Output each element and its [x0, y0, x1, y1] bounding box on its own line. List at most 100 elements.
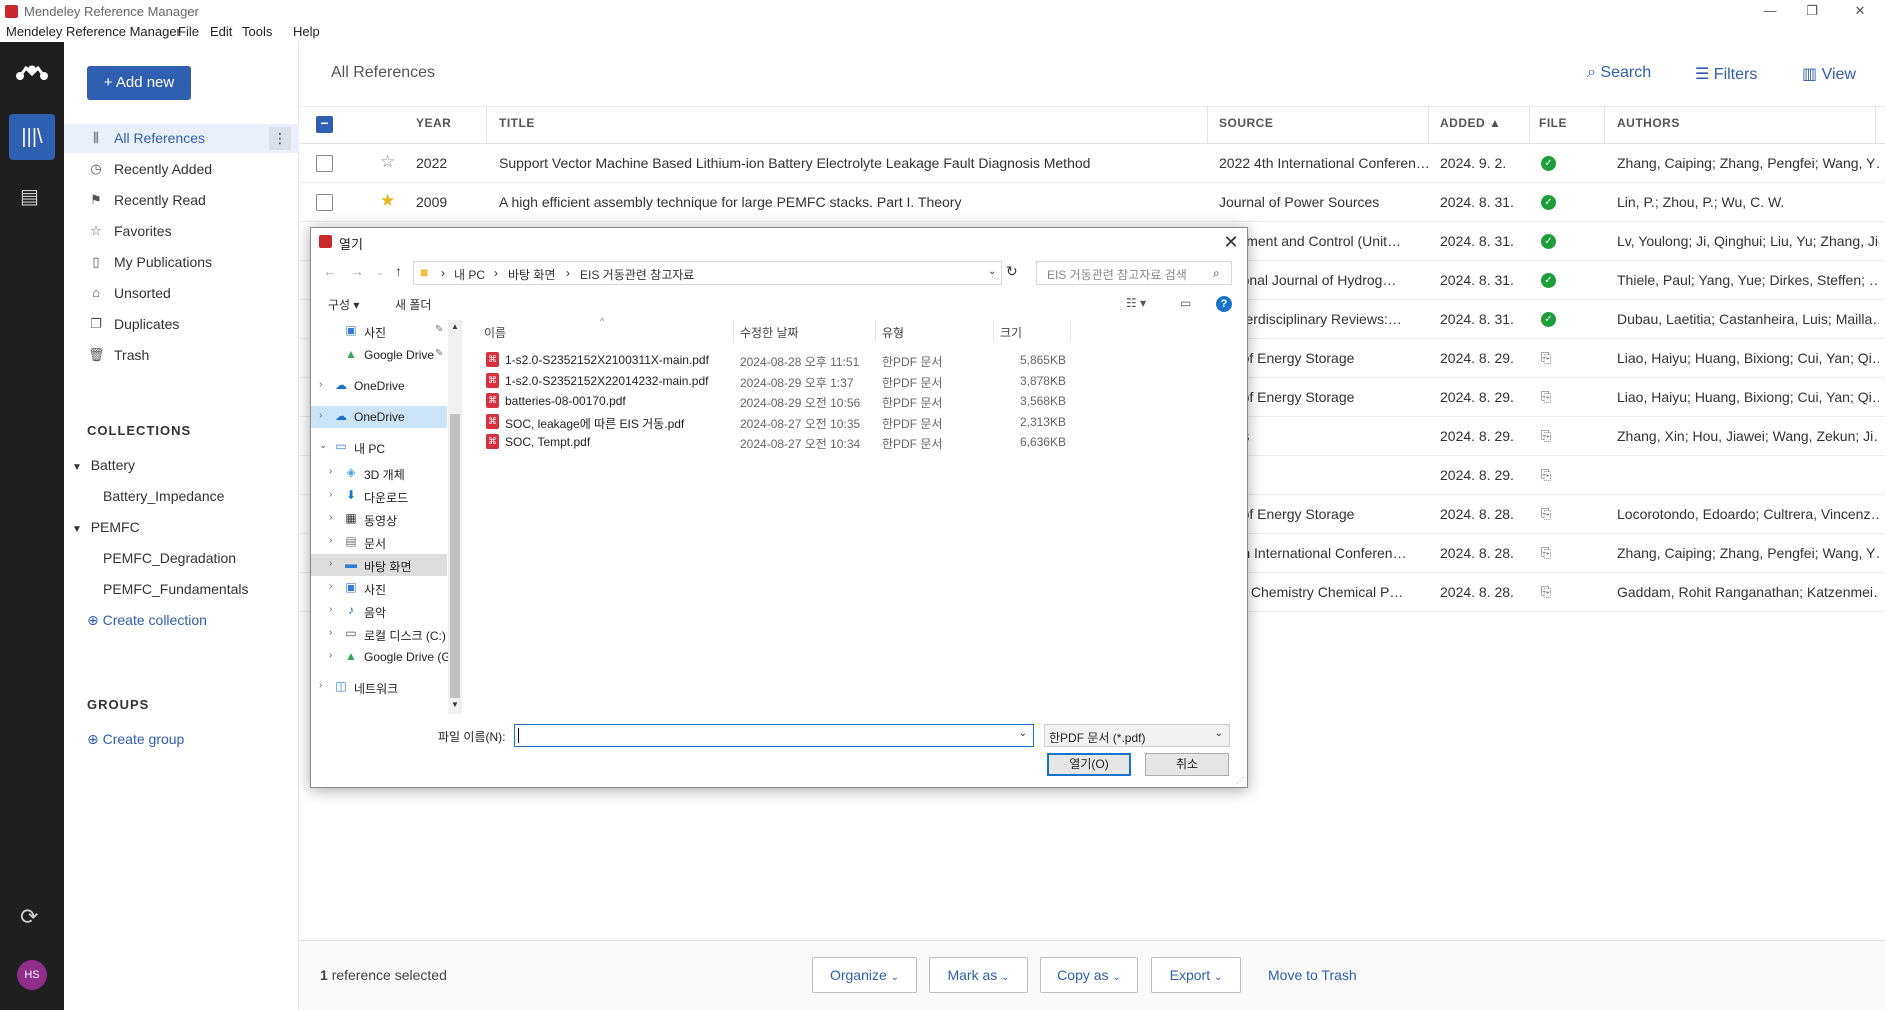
breadcrumb-desktop[interactable]: 바탕 화면 [508, 266, 556, 283]
chevron-down-icon[interactable]: ⌄ [988, 266, 996, 277]
column-type[interactable]: 유형 [882, 324, 904, 341]
sidebar-item-recently-read[interactable]: ⚑ Recently Read [64, 186, 299, 215]
breadcrumb-folder[interactable]: EIS 거동관련 참고자료 [580, 266, 694, 283]
add-file-icon[interactable]: ⎘ [1541, 389, 1556, 406]
file-row[interactable]: ⌘ 1-s2.0-S2352152X22014232-main.pdf 2024-0… [485, 371, 1070, 391]
help-icon[interactable]: ? [1216, 296, 1232, 312]
chevron-right-icon[interactable]: › [329, 558, 332, 569]
address-bar[interactable]: ■ › 내 PC › 바탕 화면 › EIS 거동관련 참고자료 ⌄ [413, 261, 1002, 285]
column-title[interactable]: TITLE [499, 116, 535, 130]
chevron-right-icon[interactable]: › [329, 512, 332, 523]
add-file-icon[interactable]: ⎘ [1541, 428, 1556, 445]
nav-tree-item[interactable]: › ▲ Google Drive (G [311, 646, 451, 668]
table-row[interactable]: ☆ 2022 Support Vector Machine Based Lithiu… [300, 144, 1885, 183]
filetype-select[interactable]: 한PDF 문서 (*.pdf) ⌄ [1044, 724, 1230, 747]
search-button[interactable]: ⌕ Search [1587, 64, 1651, 82]
sidebar-item-all-references[interactable]: ⫼ All References ⋮ [64, 124, 299, 153]
scrollbar-thumb[interactable] [450, 414, 460, 698]
add-file-icon[interactable]: ⎘ [1541, 584, 1556, 601]
up-arrow-icon[interactable]: ↑ [395, 263, 402, 279]
column-added[interactable]: ADDED ▲ [1440, 116, 1501, 130]
row-checkbox[interactable] [316, 155, 333, 172]
organize-button[interactable]: Organize ⌄ [812, 957, 917, 993]
create-collection-link[interactable]: ⊕ Create collection [87, 612, 207, 629]
organize-menu-button[interactable]: 구성 ▾ [328, 296, 359, 313]
nav-tree-item[interactable]: › ▦ 동영상 [311, 508, 447, 530]
add-file-icon[interactable]: ⎘ [1541, 467, 1556, 484]
nav-tree-item[interactable]: › ☁ OneDrive [311, 406, 447, 428]
file-row[interactable]: ⌘ 1-s2.0-S2352152X2100311X-main.pdf 2024-0… [485, 350, 1070, 370]
column-year[interactable]: YEAR [416, 116, 451, 130]
chevron-right-icon[interactable]: › [329, 604, 332, 615]
folder-search-input[interactable]: EIS 거동관련 참고자료 검색 ⌕ [1036, 261, 1232, 285]
view-button[interactable]: ▥ View [1802, 64, 1856, 84]
scroll-down-icon[interactable]: ▼ [451, 700, 459, 709]
resize-grip-icon[interactable]: ⋰ [1236, 776, 1244, 785]
close-window-icon[interactable]: ✕ [1848, 2, 1872, 20]
move-to-trash-link[interactable]: Move to Trash [1268, 967, 1357, 983]
add-new-button[interactable]: + Add new [87, 66, 191, 100]
file-row[interactable]: ⌘ SOC, leakage에 따른 EIS 거동.pdf 2024-08-27 오… [485, 412, 1070, 432]
recent-locations-icon[interactable]: ⌄ [376, 267, 384, 278]
select-all-checkbox[interactable]: − [316, 116, 333, 133]
chevron-right-icon[interactable]: › [329, 535, 332, 546]
file-row[interactable]: ⌘ batteries-08-00170.pdf 2024-08-29 오전 10:… [485, 391, 1070, 411]
sidebar-item-unsorted[interactable]: ⌂ Unsorted [64, 279, 299, 308]
cancel-button[interactable]: 취소 [1145, 753, 1229, 776]
forward-arrow-icon[interactable]: → [350, 263, 364, 279]
chevron-right-icon[interactable]: › [329, 650, 332, 661]
file-attached-icon[interactable]: ✓ [1541, 156, 1556, 171]
row-checkbox[interactable] [316, 194, 333, 211]
collection-pemfc-degradation[interactable]: PEMFC_Degradation [103, 550, 236, 566]
nav-tree-item[interactable]: › ▣ 사진 [311, 577, 447, 599]
avatar[interactable]: HS [17, 960, 47, 990]
star-icon[interactable]: ☆ [380, 152, 395, 172]
notebook-icon[interactable]: ▤ [20, 184, 39, 209]
chevron-right-icon[interactable]: › [329, 627, 332, 638]
library-icon[interactable]: |||\ [9, 114, 55, 160]
open-button[interactable]: 열기(O) [1047, 753, 1131, 776]
menu-help[interactable]: Help [293, 24, 320, 39]
restore-icon[interactable]: ❐ [1800, 2, 1824, 20]
more-options-icon[interactable]: ⋮ [269, 127, 291, 150]
column-name[interactable]: 이름 [484, 324, 506, 341]
add-file-icon[interactable]: ⎘ [1541, 350, 1556, 367]
column-authors[interactable]: AUTHORS [1617, 116, 1680, 130]
chevron-right-icon[interactable]: › [329, 466, 332, 477]
column-size[interactable]: 크기 [1000, 324, 1022, 341]
mendeley-logo-icon[interactable] [14, 62, 50, 84]
collection-pemfc[interactable]: ▼ PEMFC [72, 519, 140, 535]
minimize-icon[interactable]: — [1758, 2, 1782, 20]
column-source[interactable]: SOURCE [1219, 116, 1273, 130]
chevron-right-icon[interactable]: › [329, 489, 332, 500]
menu-app[interactable]: Mendeley Reference Manager [6, 24, 181, 39]
dialog-close-icon[interactable]: ✕ [1218, 229, 1244, 255]
menu-file[interactable]: File [178, 24, 199, 39]
sidebar-item-trash[interactable]: 🗑 Trash [64, 341, 299, 370]
collection-pemfc-fundamentals[interactable]: PEMFC_Fundamentals [103, 581, 249, 597]
chevron-right-icon[interactable]: › [319, 410, 322, 421]
collection-battery[interactable]: ▼ Battery [72, 457, 135, 473]
nav-tree-item[interactable]: › ▭ 로컬 디스크 (C:) [311, 623, 447, 645]
new-folder-button[interactable]: 새 폴더 [395, 296, 431, 313]
nav-tree-item[interactable]: › ▬ 바탕 화면 [311, 554, 447, 576]
menu-edit[interactable]: Edit [210, 24, 232, 39]
nav-tree-item[interactable]: › ⬇ 다운로드 [311, 485, 447, 507]
nav-tree-item[interactable]: ▣ 사진 ✎ [311, 320, 447, 342]
collection-battery-impedance[interactable]: Battery_Impedance [103, 488, 224, 504]
add-file-icon[interactable]: ⎘ [1541, 545, 1556, 562]
column-modified[interactable]: 수정한 날짜 [740, 324, 799, 341]
file-row[interactable]: ⌘ SOC, Tempt.pdf 2024-08-27 오전 10:34 한PDF 문… [485, 432, 1070, 452]
create-group-link[interactable]: ⊕ Create group [87, 731, 184, 748]
chevron-right-icon[interactable]: › [319, 680, 322, 691]
filename-input[interactable]: ⌄ [514, 724, 1034, 747]
breadcrumb-pc[interactable]: 내 PC [454, 266, 485, 283]
nav-tree-item[interactable]: › ▤ 문서 [311, 531, 447, 553]
chevron-down-icon[interactable]: ⌄ [319, 440, 327, 451]
mark-as-button[interactable]: Mark as ⌄ [929, 957, 1028, 993]
chevron-down-icon[interactable]: ⌄ [1019, 728, 1027, 739]
nav-tree-item[interactable]: ▲ Google Drive ✎ [311, 344, 447, 366]
file-attached-icon[interactable]: ✓ [1541, 312, 1556, 327]
add-file-icon[interactable]: ⎘ [1541, 506, 1556, 523]
preview-pane-icon[interactable]: ▭ [1180, 296, 1191, 310]
